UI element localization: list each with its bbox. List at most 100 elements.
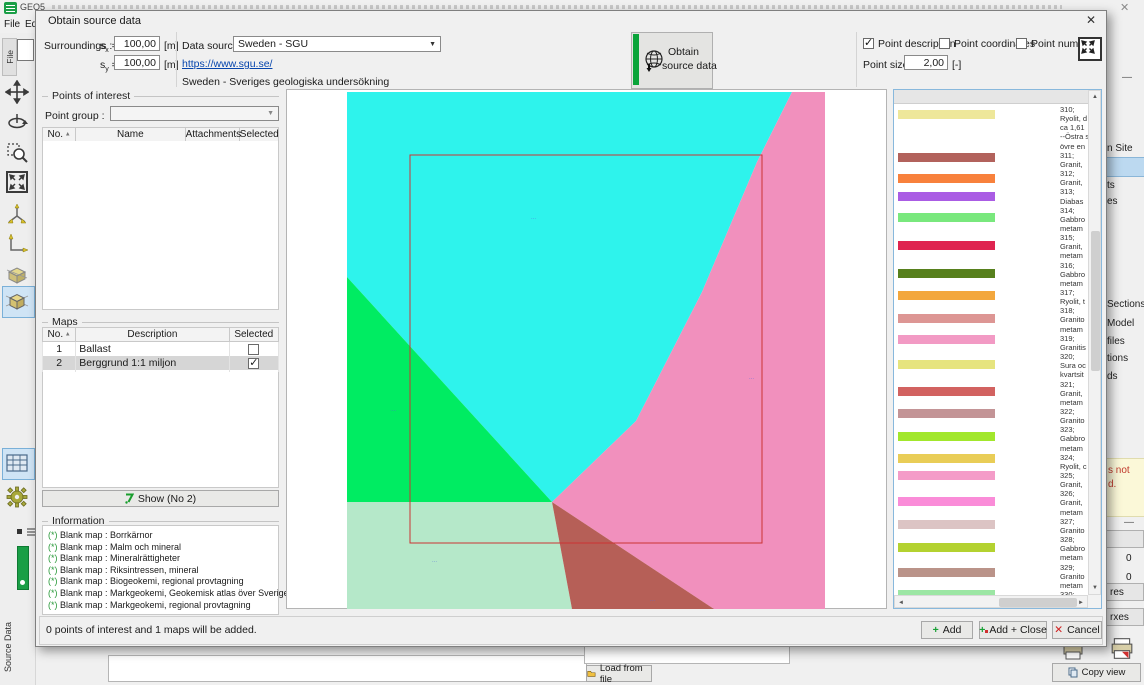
point-description-checkbox[interactable] [863,38,874,49]
geology-map[interactable]: ··············· [347,92,825,609]
add-button[interactable]: + Add [921,621,973,639]
legend-color-bar [898,174,995,183]
panel-button-res[interactable]: res [1105,583,1144,601]
nav-item-fragment[interactable]: n Site [1107,143,1133,154]
map-view[interactable]: ··············· [286,89,887,609]
row-selected-checkbox[interactable] [248,344,259,355]
load-from-file-button[interactable]: Load from file [586,665,652,682]
hscroll-thumb[interactable] [999,598,1077,607]
legend-text-line: Granito [1060,572,1089,581]
legend-color-bar [898,432,995,441]
copy-view-button[interactable]: Copy view [1052,663,1141,682]
table-row[interactable]: 2Berggrund 1:1 miljon✓ [43,356,279,370]
legend-text-line: Granito [1060,315,1089,324]
dialog-close-button[interactable]: ✕ [1086,13,1096,27]
legend-text-line: metam [1060,279,1089,288]
scroll-down-icon[interactable]: ▼ [1092,585,1098,591]
scroll-right-icon[interactable]: ► [1078,600,1084,606]
legend-text-line: Granit, [1060,480,1089,489]
nav-item-fragment[interactable]: tions [1107,353,1128,364]
axes-plane-icon[interactable] [5,232,29,256]
chevron-down-icon: ▼ [267,110,274,117]
sgu-link[interactable]: https://www.sgu.se/ [182,58,272,70]
nav-item-fragment[interactable]: Model [1107,318,1134,329]
map-window-minimize[interactable]: — [1122,72,1132,83]
point-coordinates-checkbox[interactable] [939,38,950,49]
sy-input[interactable]: 100,00 [114,55,160,70]
column-header[interactable]: Selected [229,328,278,342]
nav-item-fragment[interactable]: ts [1107,180,1115,191]
print-preview-icon[interactable] [1110,637,1134,660]
legend-text-line: metam [1060,251,1089,260]
panel-button-fragment[interactable] [1105,530,1144,548]
legend-color-bar [898,360,995,369]
nav-item-fragment[interactable]: es [1107,196,1118,207]
fullscreen-button[interactable] [1078,37,1102,61]
axes-3d-icon[interactable] [5,202,29,226]
table-row[interactable]: 1Ballast [43,342,279,357]
box-view-icon[interactable] [5,289,29,313]
points-of-interest-table[interactable]: No. ▲NameAttachmentsSelected [42,127,279,142]
legend-hscrollbar[interactable]: ◄ ► [894,595,1088,608]
obtain-source-data-dialog: Obtain source data ✕ Surroundings : sx =… [35,10,1107,647]
points-of-interest-group: Points of interest [42,90,279,102]
zoom-region-icon[interactable] [5,140,29,164]
window-close-button[interactable]: ✕ [1120,1,1129,14]
description-field[interactable] [108,655,587,682]
row-selected-checkbox[interactable]: ✓ [248,358,259,369]
point-number-checkbox[interactable] [1016,38,1027,49]
rotate-icon[interactable] [5,110,29,134]
scroll-left-icon[interactable]: ◄ [898,600,904,606]
information-item: (*) Blank map : Mineralrättigheter [48,553,180,563]
obtain-source-data-button[interactable]: Obtain source data [631,32,713,89]
column-header[interactable]: Name [76,128,185,142]
points-of-interest-table-body[interactable] [42,141,279,310]
legend-color-bar [898,192,995,201]
menu-file[interactable]: File [4,19,20,30]
legend-text-line: Gabbro [1060,544,1089,553]
nav-item-fragment[interactable]: ds [1107,371,1118,382]
column-header[interactable]: No. ▲ [43,128,76,142]
legend-text-line: Granito [1060,416,1089,425]
new-document-icon[interactable] [17,39,34,61]
file-tab[interactable]: File [2,38,17,76]
legend-color-bar [898,153,995,162]
legend-color-bar [898,543,995,552]
information-item: (*) Blank map : Borrkärnor [48,530,153,540]
add-close-button[interactable]: + Add + Close [979,621,1047,639]
vscroll-thumb[interactable] [1091,231,1100,371]
table-icon[interactable] [5,451,29,475]
map-label: ··· [749,376,754,382]
legend-panel[interactable]: 310;Ryolit, dca 1,61--Östra sövre en311;… [893,89,1102,609]
move-icon[interactable] [5,80,29,104]
dialog-title: Obtain source data [48,15,141,27]
legend-text-line: 321; [1060,380,1089,389]
column-header[interactable]: Selected [239,128,278,142]
nav-item-fragment[interactable]: Sections [1107,299,1144,310]
legend-color-bar [898,291,995,300]
nav-item-fragment[interactable]: files [1107,336,1125,347]
point-group-dropdown[interactable]: ▼ [110,106,279,121]
nav-item-selected[interactable] [1106,157,1144,177]
point-size-input[interactable]: 2,00 [904,55,948,70]
fullscreen-icon [1080,39,1096,55]
column-header[interactable]: Attachments [185,128,239,142]
gear-icon[interactable] [5,485,29,509]
sx-input[interactable]: 100,00 [114,36,160,51]
cancel-button[interactable]: ✕ Cancel [1052,621,1102,639]
scroll-up-icon[interactable]: ▲ [1092,94,1098,100]
clip-box-icon[interactable] [5,262,29,286]
legend-vscrollbar[interactable]: ▲ ▼ [1088,90,1101,595]
list-icon[interactable] [25,527,35,537]
fit-screen-icon[interactable] [5,170,29,194]
show-button[interactable]: Show (No 2) [42,490,279,507]
column-header[interactable]: No. ▲ [43,328,76,342]
data-source-dropdown[interactable]: Sweden - SGU ▼ [233,36,441,52]
panel-minimize[interactable]: — [1124,517,1134,528]
column-header[interactable]: Description [76,328,229,342]
source-data-tab[interactable]: Source Data [3,592,13,672]
legend-text-line: Gabbro [1060,434,1089,443]
name-field[interactable] [584,645,790,664]
panel-button-rxes[interactable]: rxes [1105,608,1144,626]
legend-color-bar [898,497,995,506]
